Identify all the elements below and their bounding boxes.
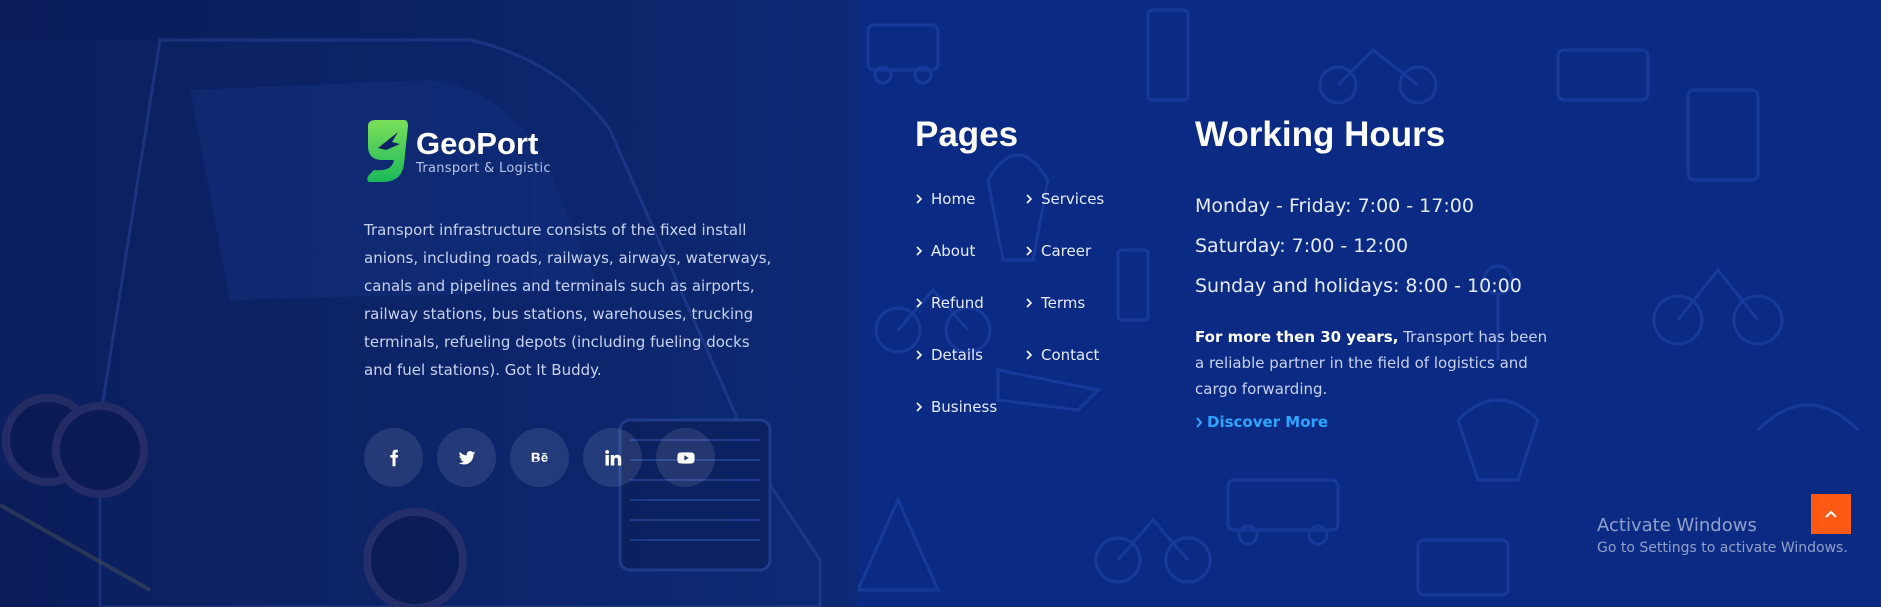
scroll-to-top-button[interactable] <box>1811 494 1851 534</box>
working-hours-list: Monday - Friday: 7:00 - 17:00 Saturday: … <box>1195 186 1522 306</box>
page-link-home[interactable]: Home <box>915 190 975 208</box>
pages-title: Pages <box>915 115 1019 154</box>
page-link-label: Business <box>931 398 998 416</box>
chevron-right-icon <box>1196 416 1203 428</box>
page-link-contact[interactable]: Contact <box>1025 346 1099 364</box>
page-link-details[interactable]: Details <box>915 346 983 364</box>
chevron-right-icon <box>916 246 923 256</box>
footer-left-panel: GeoPort Transport & Logistic Transport i… <box>0 0 858 607</box>
youtube-icon <box>676 451 695 464</box>
social-links <box>364 428 715 487</box>
linkedin-icon <box>604 449 621 465</box>
behance-button[interactable] <box>510 428 569 487</box>
behance-icon <box>531 452 548 462</box>
chevron-right-icon <box>916 402 923 412</box>
hours-line: Saturday: 7:00 - 12:00 <box>1195 235 1409 257</box>
facebook-icon <box>389 449 398 466</box>
page-link-label: Career <box>1041 242 1092 260</box>
linkedin-button[interactable] <box>583 428 642 487</box>
twitter-icon <box>458 450 475 464</box>
chevron-right-icon <box>916 350 923 360</box>
chevron-right-icon <box>1026 298 1033 308</box>
page-link-terms[interactable]: Terms <box>1025 294 1085 312</box>
about-text: Transport infrastructure consists of the… <box>364 221 772 379</box>
youtube-button[interactable] <box>656 428 715 487</box>
page-link-label: Refund <box>931 294 984 312</box>
page-link-career[interactable]: Career <box>1025 242 1091 260</box>
page-link-business[interactable]: Business <box>915 398 997 416</box>
plane-leaf-logo-icon <box>367 120 408 182</box>
activate-windows-subtitle: Go to Settings to activate Windows. <box>1597 540 1848 556</box>
page-link-label: Services <box>1041 190 1105 208</box>
chevron-right-icon <box>916 298 923 308</box>
hours-line: Sunday and holidays: 8:00 - 10:00 <box>1195 275 1522 297</box>
brand-name: GeoPort <box>416 125 539 161</box>
facebook-button[interactable] <box>364 428 423 487</box>
experience-highlight: For more then 30 years, <box>1195 328 1399 346</box>
experience-text: For more then 30 years, Transport has be… <box>1195 324 1555 402</box>
chevron-right-icon <box>1026 194 1033 204</box>
page-link-refund[interactable]: Refund <box>915 294 984 312</box>
working-hours-title: Working Hours <box>1195 115 1446 154</box>
twitter-button[interactable] <box>437 428 496 487</box>
page-link-label: Home <box>931 190 976 208</box>
brand[interactable]: GeoPort Transport & Logistic <box>364 120 551 182</box>
hours-line: Monday - Friday: 7:00 - 17:00 <box>1195 195 1474 217</box>
page-link-services[interactable]: Services <box>1025 190 1104 208</box>
page-link-label: Terms <box>1041 294 1086 312</box>
chevron-right-icon <box>1026 246 1033 256</box>
page-link-label: Details <box>931 346 984 364</box>
page-link-about[interactable]: About <box>915 242 975 260</box>
chevron-right-icon <box>1026 350 1033 360</box>
page-link-label: About <box>931 242 976 260</box>
discover-more-label: Discover More <box>1207 413 1329 431</box>
discover-more-link[interactable]: Discover More <box>1195 413 1328 431</box>
chevron-right-icon <box>916 194 923 204</box>
brand-tagline: Transport & Logistic <box>416 160 551 176</box>
page-link-label: Contact <box>1041 346 1100 364</box>
chevron-up-icon <box>1825 510 1837 518</box>
